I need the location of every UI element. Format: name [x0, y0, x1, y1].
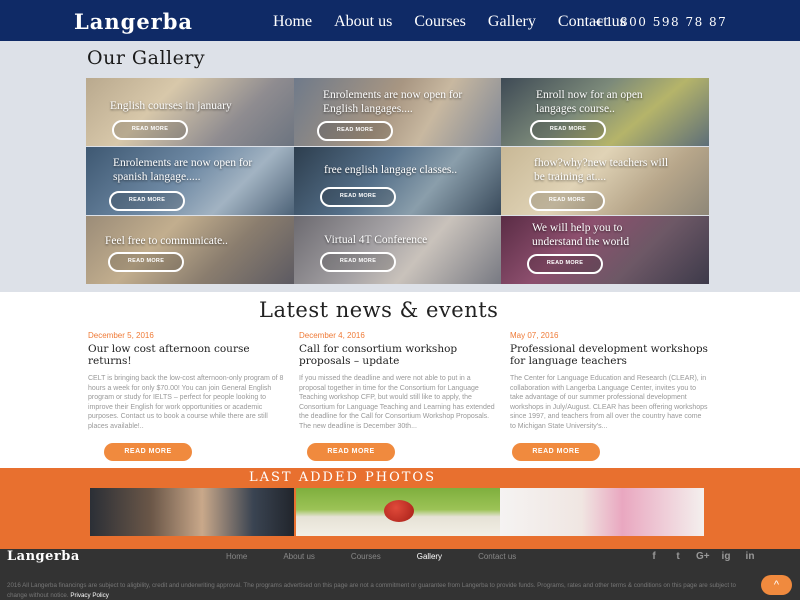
- tile-caption: We will help you to understand the world: [532, 222, 630, 248]
- last-photos-section: LAST ADDED PHOTOS: [0, 468, 800, 549]
- tile-caption: Virtual 4T Conference: [324, 234, 428, 246]
- news-item: May 07, 2016 Professional development wo…: [510, 331, 708, 432]
- news-body: If you missed the deadline and were not …: [299, 375, 495, 430]
- tile-caption: Enroll now for an open langages course..: [536, 89, 643, 115]
- gallery-tile[interactable]: Virtual 4T Conference READ MORE: [294, 216, 502, 284]
- site-footer: Langerba Home About us Courses Gallery C…: [0, 549, 800, 600]
- disclaimer-text: 2016 All Langerba financings are subject…: [7, 582, 736, 599]
- nav-item-gallery[interactable]: Gallery: [488, 13, 536, 31]
- apple-shape: [384, 500, 414, 522]
- nav-item-about-us[interactable]: About us: [334, 13, 392, 31]
- news-date: December 4, 2016: [299, 331, 365, 340]
- gallery-tile[interactable]: Enrolements are now open for spanish lan…: [86, 147, 294, 215]
- read-more-button[interactable]: READ MORE: [109, 191, 185, 211]
- gallery-tile[interactable]: free english langage classes.. READ MORE: [294, 147, 502, 215]
- read-more-button[interactable]: READ MORE: [307, 443, 395, 461]
- gallery-tile[interactable]: Enroll now for an open langages course..…: [501, 78, 709, 146]
- facebook-icon[interactable]: f: [648, 551, 660, 562]
- read-more-button[interactable]: READ MORE: [529, 191, 605, 211]
- instagram-icon[interactable]: ig: [720, 551, 732, 562]
- google-plus-icon[interactable]: G+: [696, 551, 710, 562]
- tile-caption: Feel free to communicate..: [105, 235, 228, 247]
- read-more-button[interactable]: READ MORE: [320, 252, 396, 272]
- read-more-button[interactable]: READ MORE: [512, 443, 600, 461]
- news-heading[interactable]: Call for consortium workshop proposals –…: [299, 343, 497, 367]
- nav-item-home[interactable]: Home: [273, 13, 312, 31]
- read-more-button[interactable]: READ MORE: [104, 443, 192, 461]
- read-more-button[interactable]: READ MORE: [320, 187, 396, 207]
- main-nav: Home About us Courses Gallery Contact us: [273, 13, 648, 31]
- tile-caption: free english langage classes..: [324, 164, 458, 176]
- tile-caption: English courses in january: [110, 100, 232, 112]
- photo-students-laptop[interactable]: [90, 488, 294, 536]
- news-item: December 5, 2016 Our low cost afternoon …: [88, 331, 286, 432]
- gallery-tile[interactable]: We will help you to understand the world…: [501, 216, 709, 284]
- footer-disclaimer: 2016 All Langerba financings are subject…: [7, 581, 752, 600]
- nav-item-courses[interactable]: Courses: [414, 13, 466, 31]
- footer-nav-contact-us[interactable]: Contact us: [478, 552, 516, 561]
- photo-apple-books[interactable]: [296, 488, 500, 536]
- footer-nav-courses[interactable]: Courses: [351, 552, 381, 561]
- news-item: December 4, 2016 Call for consortium wor…: [299, 331, 497, 432]
- news-section-title: Latest news & events: [259, 298, 499, 322]
- news-date: May 07, 2016: [510, 331, 559, 340]
- footer-nav-gallery[interactable]: Gallery: [417, 552, 442, 561]
- social-links: f t G+ ig in: [648, 551, 768, 562]
- footer-nav-about-us[interactable]: About us: [283, 552, 315, 561]
- tile-caption: Enrolements are now open for spanish lan…: [113, 157, 253, 183]
- gallery-tile[interactable]: fhow?why?new teachers will be training a…: [501, 147, 709, 215]
- page: Langerba Home About us Courses Gallery C…: [0, 0, 800, 600]
- photos-title: LAST ADDED PHOTOS: [249, 470, 436, 485]
- footer-nav-home[interactable]: Home: [226, 552, 247, 561]
- header-phone: +1 800 598 78 87: [594, 15, 728, 29]
- news-heading[interactable]: Professional development workshops for l…: [510, 343, 708, 367]
- tile-caption: fhow?why?new teachers will be training a…: [534, 157, 669, 183]
- gallery-title: Our Gallery: [87, 47, 206, 69]
- news-body: The Center for Language Education and Re…: [510, 375, 708, 430]
- read-more-button[interactable]: READ MORE: [317, 121, 393, 141]
- read-more-button[interactable]: READ MORE: [108, 252, 184, 272]
- read-more-button[interactable]: READ MORE: [112, 120, 188, 140]
- news-date: December 5, 2016: [88, 331, 154, 340]
- twitter-icon[interactable]: t: [672, 551, 684, 562]
- gallery-tile[interactable]: English courses in january READ MORE: [86, 78, 294, 146]
- footer-logo[interactable]: Langerba: [7, 549, 80, 564]
- read-more-button[interactable]: READ MORE: [530, 120, 606, 140]
- site-header: Langerba Home About us Courses Gallery C…: [0, 0, 800, 41]
- footer-nav: Home About us Courses Gallery Contact us: [226, 552, 552, 561]
- scroll-to-top-button[interactable]: ^: [761, 575, 792, 595]
- photo-girl-books[interactable]: [500, 488, 704, 536]
- linkedin-icon[interactable]: in: [744, 551, 756, 562]
- news-body: CELT is bringing back the low-cost after…: [88, 375, 284, 430]
- news-heading[interactable]: Our low cost afternoon course returns!: [88, 343, 286, 367]
- gallery-tile[interactable]: Feel free to communicate.. READ MORE: [86, 216, 294, 284]
- site-logo[interactable]: Langerba: [74, 9, 193, 34]
- privacy-policy-link[interactable]: Privacy Policy: [70, 592, 109, 599]
- tile-caption: Enrolements are now open for English lan…: [323, 89, 463, 115]
- read-more-button[interactable]: READ MORE: [527, 254, 603, 274]
- gallery-tile[interactable]: Enrolements are now open for English lan…: [294, 78, 502, 146]
